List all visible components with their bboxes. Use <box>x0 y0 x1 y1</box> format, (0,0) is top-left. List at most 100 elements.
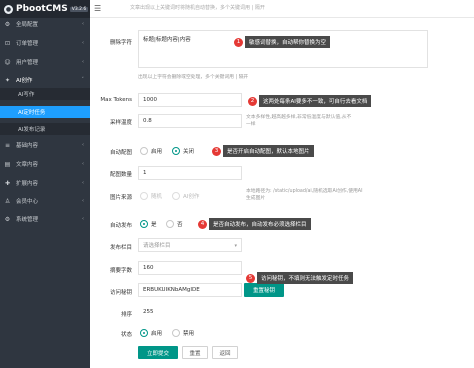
callout-text: 是否自动发布，自动发布必须选择栏目 <box>209 218 311 230</box>
temperature-note: 文本多样性,越高越多样,非常低温度与默认值,从不一样 <box>246 115 352 127</box>
sidebar-item-ai-create[interactable]: ✦ AI创作 ˅ <box>0 74 90 86</box>
replace-words-label: 删除字符 <box>109 40 132 46</box>
max-tokens-input[interactable]: 1000 <box>138 93 242 107</box>
publish-column-select[interactable]: 请选择栏目 ▾ <box>138 238 242 252</box>
menu-toggle-icon[interactable]: ☰ <box>94 4 101 13</box>
list-icon: ≡ <box>4 141 11 149</box>
sidebar-item-extensions[interactable]: ✚ 扩展内容 ‹ <box>0 177 90 189</box>
sidebar-item-label: 会员中心 <box>16 199 39 205</box>
radio-dot <box>172 192 180 200</box>
radio-dot <box>140 329 148 337</box>
callout-number: 2 <box>248 96 257 106</box>
callout-text: 是否开启自动配图，默认本地图片 <box>223 145 314 157</box>
access-key-label: 访问秘钥 <box>109 290 132 296</box>
sidebar-item-ai-writing[interactable]: AI写作 <box>0 88 90 100</box>
sort-input[interactable]: 255 <box>138 305 242 319</box>
sidebar-item-global-config[interactable]: ⚙ 全局配置 ‹ <box>0 18 90 30</box>
status-off-radio[interactable]: 禁用 <box>172 329 194 337</box>
topbar: ☰ 文章出现以上关键词时将随机自动替换，多个关键词用 | 隔开 <box>90 0 474 18</box>
sidebar-item-label: 基础内容 <box>16 143 39 149</box>
callout-number: 4 <box>198 219 207 229</box>
sidebar-item-ai-scheduled-task[interactable]: AI定时任务 <box>0 106 90 118</box>
image-count-label: 配图数量 <box>109 172 132 178</box>
callout-number: 5 <box>246 273 255 283</box>
radio-dot <box>140 192 148 200</box>
radio-dot <box>172 147 180 155</box>
status-label: 状态 <box>120 332 132 338</box>
sidebar-item-label: AI定时任务 <box>18 110 46 116</box>
system-icon: ⚙ <box>4 215 11 223</box>
auto-image-label: 自动配图 <box>109 150 132 156</box>
radio-dot <box>166 220 174 228</box>
callout-text: 这两处每条AI要多不一致，可自行去看文档 <box>259 95 372 107</box>
summary-words-label: 摘要字数 <box>109 268 132 274</box>
max-tokens-label: Max Tokens <box>100 97 132 103</box>
sidebar-item-article-content[interactable]: ▤ 文章内容 ‹ <box>0 158 90 170</box>
callout-2: 2 这两处每条AI要多不一致，可自行去看文档 <box>248 95 372 107</box>
cart-icon: ⊡ <box>4 39 11 47</box>
doc-icon: ▤ <box>4 160 11 168</box>
sidebar-item-label: AI发布记录 <box>18 127 46 133</box>
callout-5: 5 访问秘钥，不填则无法触发定时任务 <box>246 272 354 284</box>
sidebar-item-users[interactable]: ☺ 用户管理 ‹ <box>0 56 90 68</box>
sidebar-item-ai-publish-log[interactable]: AI发布记录 <box>0 123 90 135</box>
sidebar-item-system[interactable]: ⚙ 系统管理 ‹ <box>0 213 90 225</box>
auto-publish-no-radio[interactable]: 否 <box>166 220 183 228</box>
chevron-icon: ‹ <box>82 59 84 65</box>
radio-dot <box>140 147 148 155</box>
callout-1: 1 敏感词替换，自动帮你替换为空 <box>234 36 331 48</box>
brand-name: PbootCMS <box>16 4 68 14</box>
image-source-random-radio[interactable]: 随机 <box>140 192 162 200</box>
member-icon: ♙ <box>4 197 11 205</box>
back-button[interactable]: 返回 <box>212 346 238 359</box>
sidebar-item-label: 扩展内容 <box>16 181 39 187</box>
replace-note: 出现以上字符会删除或空处理，多个关键词用 | 隔开 <box>138 75 249 80</box>
temperature-label: 采样温度 <box>109 120 132 126</box>
sidebar: ● PbootCMS V3.2.6 ⚙ 全局配置 ‹ ⊡ 订单管理 ‹ ☺ 用户… <box>0 0 90 368</box>
sidebar-item-member-center[interactable]: ♙ 会员中心 ‹ <box>0 195 90 207</box>
chevron-down-icon: ▾ <box>234 243 237 249</box>
callout-4: 4 是否自动发布，自动发布必须选择栏目 <box>198 218 311 230</box>
callout-3: 3 是否开启自动配图，默认本地图片 <box>212 145 314 157</box>
chevron-icon: ‹ <box>82 21 84 27</box>
image-source-note: 本地路径为: /static/upload/ai,随机选取Ai创作,使用AI生成… <box>246 189 363 201</box>
access-key-input[interactable]: ERBUKUIKNbAMgIDE <box>138 283 242 297</box>
auto-publish-yes-radio[interactable]: 是 <box>140 220 157 228</box>
version-badge: V3.2.6 <box>69 6 89 12</box>
publish-column-label: 发布栏目 <box>109 245 132 251</box>
gear-icon: ⚙ <box>4 20 11 28</box>
summary-words-input[interactable]: 160 <box>138 261 242 275</box>
puzzle-icon: ✚ <box>4 179 11 187</box>
auto-image-on-radio[interactable]: 启用 <box>140 147 162 155</box>
sidebar-item-label: 系统管理 <box>16 217 39 223</box>
callout-number: 1 <box>234 37 243 47</box>
sidebar-item-label: AI写作 <box>18 92 35 98</box>
callout-text: 敏感词替换，自动帮你替换为空 <box>245 36 331 48</box>
logo-icon: ● <box>4 4 13 14</box>
sidebar-item-orders[interactable]: ⊡ 订单管理 ‹ <box>0 37 90 49</box>
auto-publish-label: 自动发布 <box>109 223 132 229</box>
image-count-input[interactable]: 1 <box>138 166 242 180</box>
image-source-label: 图片来源 <box>109 195 132 201</box>
image-source-ai-radio[interactable]: AI创作 <box>172 192 199 200</box>
sidebar-item-label: AI创作 <box>16 78 33 84</box>
brand: ● PbootCMS V3.2.6 <box>0 0 90 18</box>
callout-text: 访问秘钥，不填则无法触发定时任务 <box>257 272 354 284</box>
sidebar-item-label: 用户管理 <box>16 60 39 66</box>
sidebar-item-label: 订单管理 <box>16 41 39 47</box>
submit-button[interactable]: 立即提交 <box>138 346 178 359</box>
user-icon: ☺ <box>4 58 11 66</box>
chevron-icon: ‹ <box>82 161 84 167</box>
ai-icon: ✦ <box>4 76 11 84</box>
auto-image-off-radio[interactable]: 关闭 <box>172 147 194 155</box>
sort-label: 排序 <box>120 312 132 318</box>
sidebar-item-label: 全局配置 <box>16 22 39 28</box>
status-on-radio[interactable]: 启用 <box>140 329 162 337</box>
chevron-icon: ‹ <box>82 180 84 186</box>
regenerate-key-button[interactable]: 重置秘钥 <box>244 283 284 297</box>
reset-button[interactable]: 重置 <box>182 346 208 359</box>
temperature-input[interactable]: 0.8 <box>138 114 242 128</box>
callout-number: 3 <box>212 146 221 156</box>
sidebar-item-basic-content[interactable]: ≡ 基础内容 ‹ <box>0 139 90 151</box>
sidebar-item-label: 文章内容 <box>16 162 39 168</box>
